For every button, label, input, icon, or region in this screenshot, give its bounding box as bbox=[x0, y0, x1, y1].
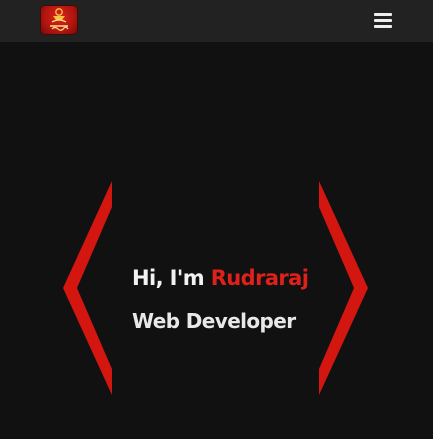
hamburger-menu-icon[interactable] bbox=[374, 12, 392, 28]
top-navbar bbox=[0, 0, 433, 42]
hamburger-bar bbox=[374, 13, 392, 16]
logo-emblem-graphic bbox=[50, 8, 69, 31]
logo-icon[interactable] bbox=[40, 5, 78, 35]
hamburger-bar bbox=[374, 19, 392, 22]
hero-role: Web Developer bbox=[132, 309, 296, 333]
hero-greeting-line: Hi, I'm Rudraraj bbox=[132, 263, 309, 293]
hero-name: Rudraraj bbox=[210, 266, 309, 290]
left-chevron-bracket-icon bbox=[63, 181, 112, 395]
hero-greeting: Hi, I'm bbox=[132, 266, 205, 290]
right-chevron-bracket-icon bbox=[319, 181, 368, 395]
hamburger-bar bbox=[374, 25, 392, 28]
